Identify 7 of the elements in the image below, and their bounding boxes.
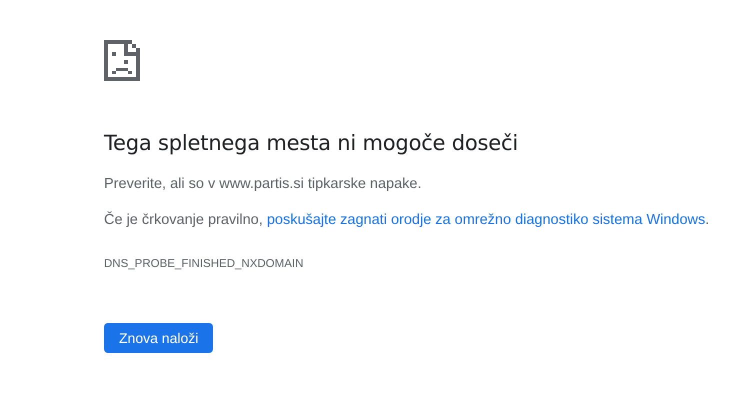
error-heading: Tega spletnega mesta ni mogoče doseči: [104, 131, 519, 156]
diagnostics-text: Če je črkovanje pravilno, poskušajte zagnati orodje za omrežno diagnostiko sistema Windows.: [104, 210, 710, 230]
diagnostics-link[interactable]: poskušajte zagnati orodje za omrežno diagnostiko sistema Windows: [266, 212, 706, 228]
error-code: DNS_PROBE_FINISHED_NXDOMAIN: [104, 257, 304, 272]
reload-button[interactable]: Znova naloži: [104, 323, 214, 354]
suggestion-text: Preverite, ali so v www.partis.si tipkarske napake.: [104, 175, 423, 194]
sad-document-icon: [104, 40, 140, 81]
